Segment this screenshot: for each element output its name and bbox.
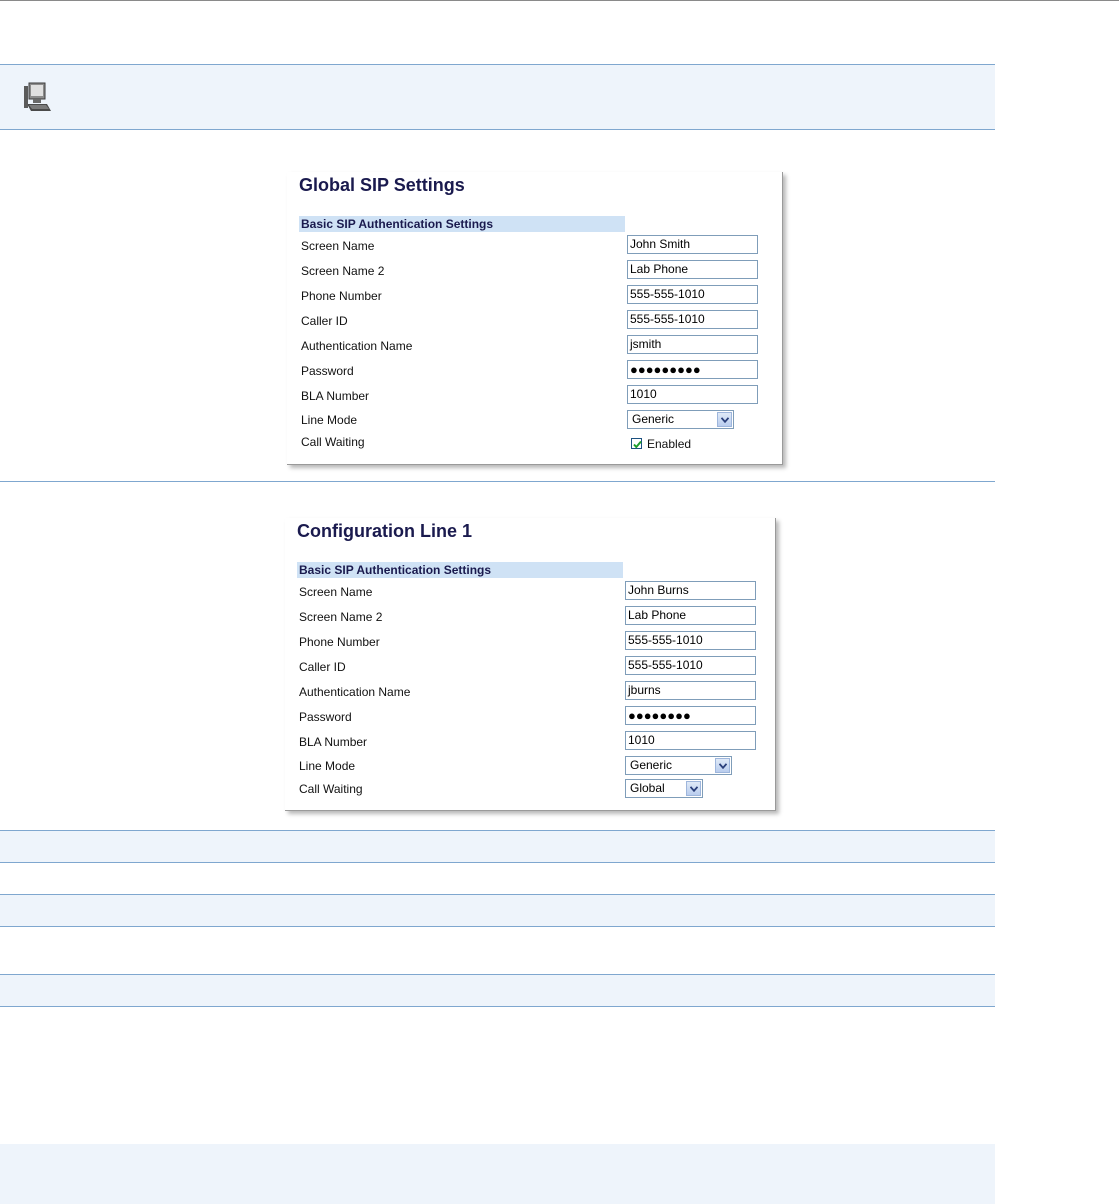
- note-band: [0, 1144, 995, 1204]
- table-row: [0, 830, 995, 862]
- row-label: Line Mode: [301, 413, 358, 427]
- row-label: Password: [301, 364, 354, 378]
- row-label: Caller ID: [301, 314, 348, 328]
- header-band: [0, 64, 995, 129]
- divider: [0, 862, 995, 863]
- row-label: Authentication Name: [299, 685, 411, 699]
- row-label: BLA Number: [301, 389, 370, 403]
- authentication-name-input[interactable]: jsmith: [627, 335, 758, 354]
- screen-name-input[interactable]: John Burns: [625, 581, 756, 600]
- select-value: Generic: [632, 412, 675, 426]
- screen-name-input[interactable]: John Smith: [627, 235, 758, 254]
- phone-number-input[interactable]: 555-555-1010: [627, 285, 758, 304]
- table-row: [0, 894, 995, 926]
- divider: [0, 894, 995, 895]
- row-label: Screen Name 2: [299, 610, 383, 624]
- bla-number-input[interactable]: 1010: [625, 731, 756, 750]
- row-label: BLA Number: [299, 735, 368, 749]
- configuration-line-1-panel: Configuration Line 1 Basic SIP Authentic…: [285, 518, 776, 811]
- row-label: Call Waiting: [299, 782, 363, 796]
- divider: [0, 926, 995, 927]
- computer-icon: [20, 80, 56, 116]
- line-mode-select[interactable]: Generic: [627, 410, 734, 429]
- row-label: Phone Number: [301, 289, 382, 303]
- select-value: Generic: [630, 758, 673, 772]
- row-label: Screen Name: [299, 585, 373, 599]
- divider: [0, 129, 995, 130]
- caller-id-input[interactable]: 555-555-1010: [625, 656, 756, 675]
- divider: [0, 64, 995, 65]
- screen-name-2-input[interactable]: Lab Phone: [625, 606, 756, 625]
- chevron-down-icon[interactable]: [717, 412, 732, 427]
- caller-id-input[interactable]: 555-555-1010: [627, 310, 758, 329]
- table-row: [0, 974, 995, 1006]
- section-header: Basic SIP Authentication Settings: [297, 562, 623, 578]
- divider: [0, 974, 995, 975]
- divider: [0, 830, 995, 831]
- row-label: Screen Name: [301, 239, 375, 253]
- authentication-name-input[interactable]: jburns: [625, 681, 756, 700]
- row-label: Phone Number: [299, 635, 380, 649]
- bla-number-input[interactable]: 1010: [627, 385, 758, 404]
- divider: [0, 481, 995, 482]
- row-label: Password: [299, 710, 352, 724]
- call-waiting-checkbox[interactable]: Enabled: [631, 437, 711, 453]
- top-rule: [0, 0, 1119, 1]
- panel-title: Configuration Line 1: [297, 521, 472, 541]
- global-sip-settings-panel: Global SIP Settings Basic SIP Authentica…: [287, 172, 783, 465]
- panel-title: Global SIP Settings: [299, 175, 465, 195]
- phone-number-input[interactable]: 555-555-1010: [625, 631, 756, 650]
- chevron-down-icon[interactable]: [715, 758, 730, 773]
- line-mode-select[interactable]: Generic: [625, 756, 732, 775]
- password-input[interactable]: ●●●●●●●●: [625, 706, 756, 725]
- checkbox-box[interactable]: [631, 438, 642, 449]
- chevron-down-icon[interactable]: [686, 781, 701, 796]
- row-label: Line Mode: [299, 759, 356, 773]
- call-waiting-select[interactable]: Global: [625, 779, 703, 798]
- divider: [0, 1006, 995, 1007]
- section-header: Basic SIP Authentication Settings: [299, 216, 625, 232]
- select-value: Global: [630, 781, 665, 795]
- row-label: Caller ID: [299, 660, 346, 674]
- row-label: Authentication Name: [301, 339, 413, 353]
- screen-name-2-input[interactable]: Lab Phone: [627, 260, 758, 279]
- checkbox-label: Enabled: [647, 437, 692, 451]
- row-label: Screen Name 2: [301, 264, 385, 278]
- row-label: Call Waiting: [301, 435, 365, 449]
- password-input[interactable]: ●●●●●●●●●: [627, 360, 758, 379]
